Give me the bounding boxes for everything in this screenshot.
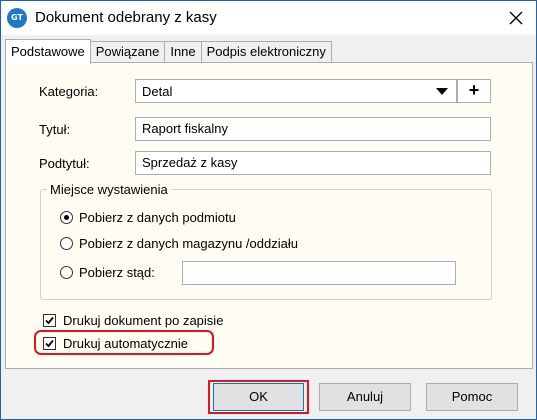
radio-label: Pobierz stąd:: [79, 265, 155, 280]
app-logo-icon: GT: [7, 8, 27, 28]
ok-button[interactable]: OK: [213, 383, 304, 411]
pobierz-stad-input[interactable]: [182, 261, 456, 285]
radio-selected-icon: [60, 211, 73, 224]
tab-podpis-elektroniczny[interactable]: Podpis elektroniczny: [200, 41, 332, 63]
podtytul-label: Podtytuł:: [39, 156, 90, 171]
radio-label: Pobierz z danych podmiotu: [79, 210, 236, 225]
radio-z-danych-podmiotu[interactable]: Pobierz z danych podmiotu: [60, 210, 236, 225]
checkbox-checked-icon: [43, 314, 56, 327]
close-icon: [509, 11, 523, 25]
kategoria-value: Detal: [142, 84, 173, 99]
radio-label: Pobierz z danych magazynu /oddziału: [79, 236, 298, 251]
tytul-input[interactable]: Raport fiskalny: [135, 117, 491, 141]
dialog-window: GT Dokument odebrany z kasy Podstawowe P…: [0, 0, 537, 420]
add-kategoria-button[interactable]: +: [457, 79, 491, 103]
radio-pobierz-stad[interactable]: Pobierz stąd:: [60, 265, 155, 280]
radio-unselected-icon: [60, 237, 73, 250]
help-button[interactable]: Pomoc: [426, 383, 518, 411]
tab-powiazane[interactable]: Powiązane: [89, 41, 166, 63]
drukuj-po-zapisie-checkbox[interactable]: Drukuj dokument po zapisie: [43, 313, 223, 328]
radio-unselected-icon: [60, 266, 73, 279]
podtytul-input[interactable]: Sprzedaż z kasy: [135, 151, 491, 175]
cancel-button[interactable]: Anuluj: [319, 383, 411, 411]
close-button[interactable]: [502, 5, 530, 31]
tab-inne[interactable]: Inne: [164, 41, 202, 63]
kategoria-dropdown[interactable]: Detal: [135, 79, 457, 103]
window-title: Dokument odebrany z kasy: [35, 9, 217, 26]
highlight-drukuj-automatycznie: [34, 330, 214, 355]
tab-podstawowe[interactable]: Podstawowe: [5, 39, 91, 64]
kategoria-label: Kategoria:: [39, 84, 99, 99]
miejsce-wystawienia-legend: Miejsce wystawienia: [50, 182, 168, 197]
dropdown-arrow-icon: [436, 88, 448, 95]
title-bar[interactable]: GT Dokument odebrany z kasy: [1, 1, 536, 35]
tab-strip: Podstawowe Powiązane Inne Podpis elektro…: [5, 39, 332, 64]
checkbox-label: Drukuj dokument po zapisie: [63, 313, 224, 328]
tytul-label: Tytuł:: [39, 122, 71, 137]
radio-z-danych-magazynu[interactable]: Pobierz z danych magazynu /oddziału: [60, 236, 298, 251]
